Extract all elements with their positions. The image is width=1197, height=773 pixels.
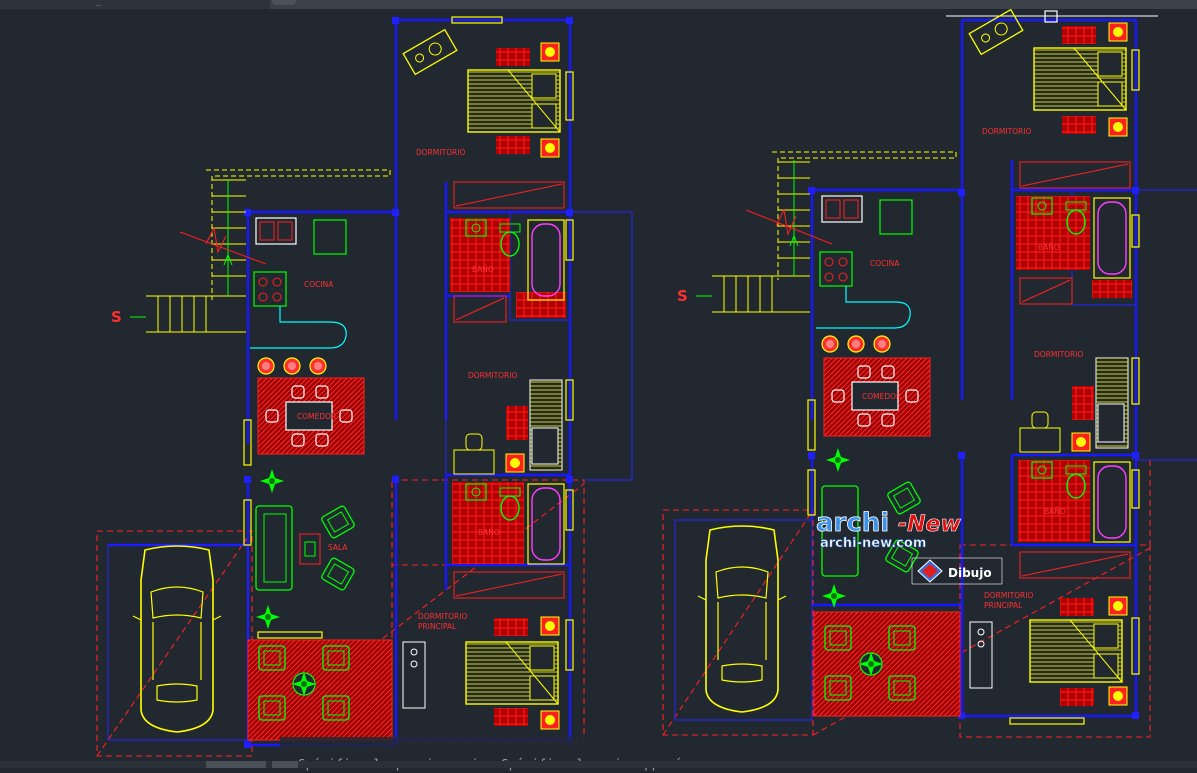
new-tab-button[interactable]: [272, 0, 296, 5]
closet-door-right-1: [1021, 163, 1129, 187]
room-label-dormitorio-principal-right-2: PRINCIPAL: [984, 601, 1023, 610]
status-bar-tab-layout[interactable]: [272, 761, 298, 768]
car-right: [697, 525, 787, 713]
bathroom-top-right: [1016, 196, 1132, 298]
stairs-left: [130, 169, 391, 333]
room-label-bano-top-left: BAÑO: [472, 265, 494, 274]
dining-left: [257, 357, 365, 455]
patio-right: [813, 611, 961, 717]
watermark-logo-text: Dibujo: [948, 566, 992, 580]
dining-right: [821, 335, 931, 437]
bedroom-top-left: [402, 28, 561, 158]
drawing-canvas[interactable]: S COCINA COMEDOR SALA DORMITORIO BAÑO DO…: [0, 9, 1197, 761]
closet-door-left-1: [455, 183, 563, 207]
status-bar: [0, 761, 1197, 768]
drawing-tab-title: _: [96, 0, 101, 6]
bedroom-mid-right: [1019, 357, 1129, 453]
room-label-dormitorio-principal-right-1: DORMITORIO: [984, 591, 1033, 600]
stairs-right: [696, 151, 957, 313]
patio-left: [247, 639, 393, 741]
drawing-tab[interactable]: _: [0, 0, 270, 9]
watermark-archi-new: archi -New archi-new.com: [816, 508, 962, 552]
watermark-brand-a: archi: [816, 508, 889, 538]
watermark-dibujo-logo: Dibujo: [911, 557, 1003, 585]
bedroom-master-right: [969, 596, 1128, 706]
room-label-bano-bottom-left: BAÑO: [478, 528, 500, 537]
floor-plan-left: S COCINA COMEDOR SALA DORMITORIO BAÑO DO…: [96, 16, 633, 757]
watermark-brand-b: -New: [898, 512, 961, 537]
room-label-dormitorio-principal-left-1: DORMITORIO: [418, 612, 467, 621]
command-line[interactable]: Spécifiez le premier coin: Spécifiez le …: [280, 737, 693, 771]
room-label-bano-bottom-right: BAÑO: [1044, 507, 1066, 516]
title-bar: _: [0, 0, 1197, 9]
room-label-dormitorio-mid-left: DORMITORIO: [468, 371, 517, 380]
bathroom-bottom-right: [1018, 460, 1131, 579]
closet-door-left-2: [455, 297, 505, 321]
room-label-dormitorio-top-right: DORMITORIO: [982, 127, 1031, 136]
stair-label-left: S: [111, 308, 122, 326]
room-label-cocina-right: COCINA: [870, 259, 900, 268]
room-label-dormitorio-top-left: DORMITORIO: [416, 148, 465, 157]
watermark-url: archi-new.com: [820, 536, 926, 551]
bedroom-mid-left: [453, 379, 563, 475]
bedroom-master-left: [402, 616, 560, 730]
room-label-sala-left: SALA: [328, 543, 348, 552]
bedroom-top-right: [968, 9, 1128, 137]
stair-label-right: S: [677, 287, 688, 305]
room-label-comedor-right: COMEDOR: [862, 392, 901, 401]
room-label-dormitorio-principal-left-2: PRINCIPAL: [418, 622, 457, 631]
status-bar-tab-model[interactable]: [206, 761, 266, 768]
floor-plan-right: S COCINA COMEDOR DORMITORIO BAÑO DORMITO…: [662, 9, 1197, 738]
room-label-comedor-left: COMEDOR: [297, 412, 336, 421]
room-label-bano-top-right: BAÑO: [1038, 243, 1060, 252]
bathroom-top-left: [450, 218, 566, 318]
bathroom-bottom-left: [452, 482, 565, 599]
room-label-dormitorio-mid-right: DORMITORIO: [1034, 350, 1083, 359]
room-label-cocina-left: COCINA: [304, 280, 334, 289]
closet-door-right-2: [1021, 279, 1071, 303]
